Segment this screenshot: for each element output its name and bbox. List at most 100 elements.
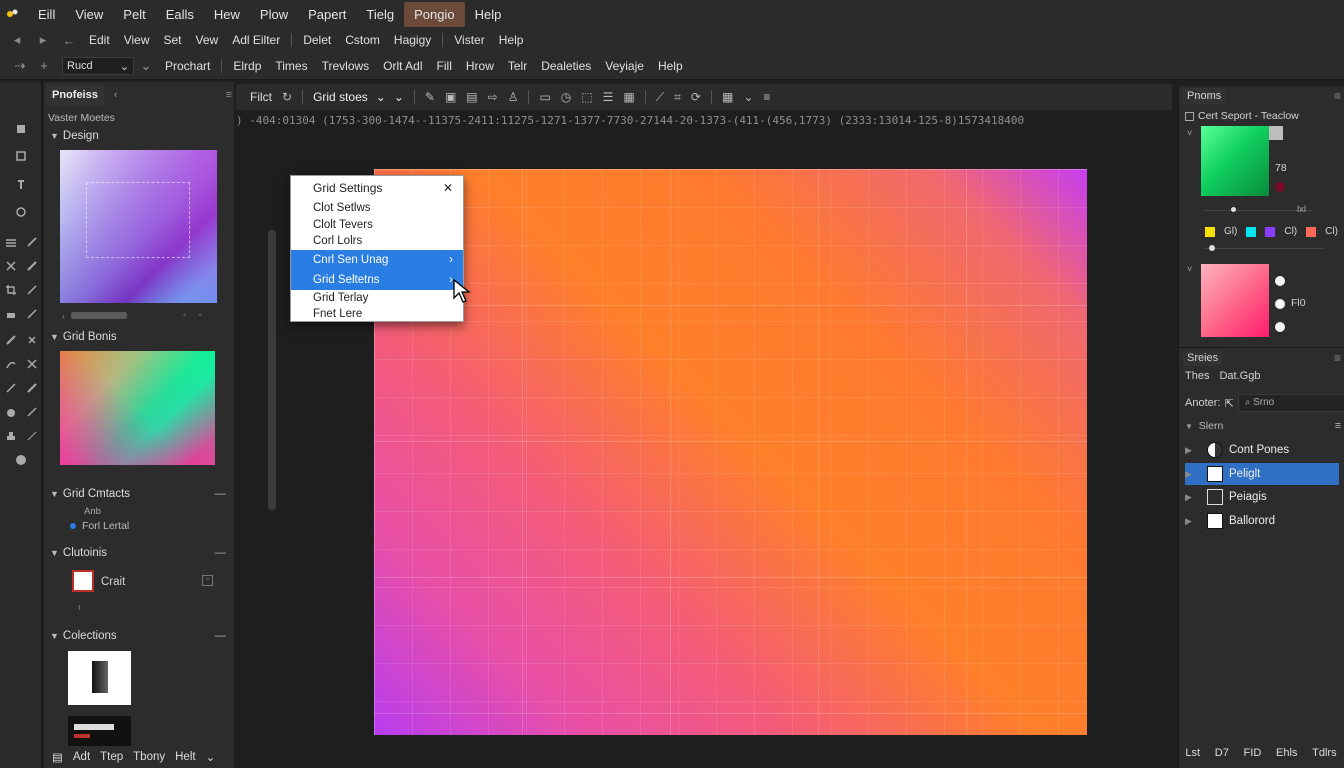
paint-bucket-icon[interactable] [15,122,27,134]
opt-orlt-adl[interactable]: Orlt Adl [376,57,429,75]
move-icon[interactable]: ⇢ [8,58,32,74]
design-slider[interactable]: ‹ ◦ ◦ [62,310,222,321]
layer-search-input[interactable]: ⌕ Srno [1237,394,1344,412]
layers-icon[interactable]: ▤ [466,90,477,104]
eraser-icon[interactable] [5,308,17,320]
layer-item[interactable]: ▶ Peiagis [1185,486,1339,508]
bottom-lst[interactable]: Lst [1185,747,1200,759]
dropper-icon[interactable] [26,308,38,320]
stamp-icon[interactable] [15,150,27,162]
menu2-filter[interactable]: Adl Eilter [225,31,287,49]
section-grid-contacts-header[interactable]: ▼ Grid Cmtacts — [50,488,226,500]
menu2-hagigy[interactable]: Hagigy [387,31,438,49]
drop-icon[interactable] [5,406,17,418]
grid-contacts-row[interactable]: Forl Lertal [70,520,129,532]
slider-track[interactable] [1203,248,1323,249]
opt-elrdp[interactable]: Elrdp [226,57,268,75]
opt-fill[interactable]: Fill [430,57,459,75]
opt-veyiaje[interactable]: Veyiaje [598,57,651,75]
sponge-icon[interactable] [5,382,17,394]
bottom-help[interactable]: Helt [175,751,195,763]
menu2-custom[interactable]: Cstom [338,31,387,49]
collapse-icon[interactable]: — [215,630,227,642]
tab-thes[interactable]: Thes [1185,370,1209,382]
rotate-icon[interactable]: ⟳ [691,90,701,104]
section-collections-header[interactable]: ▼ Colections — [50,630,226,642]
menu2-delet[interactable]: Delet [296,31,338,49]
left-arrow-icon[interactable]: ← [56,33,82,48]
opt-telr[interactable]: Telr [501,57,534,75]
back-arrow-icon[interactable]: ◂ [4,32,30,48]
section-design-header[interactable]: ▼ Design [50,130,226,142]
chevron-left-icon[interactable]: ‹ [114,89,118,101]
menu2-vister[interactable]: Vister [447,31,491,49]
refresh-icon[interactable]: ↻ [282,90,292,104]
bottom-step[interactable]: Ttep [100,751,123,763]
bottom-add[interactable]: Adt [73,751,90,763]
opt-help[interactable]: Help [651,57,690,75]
heal-icon[interactable] [26,334,38,346]
grid-mode-select[interactable]: Grid stoes ⌄ ⌄ [313,90,404,104]
type-icon[interactable] [15,178,27,190]
menu-item-grid-seltetns[interactable]: Grid Seltetns › [291,269,463,290]
collapse-icon[interactable]: — [215,547,227,559]
color-picker-pink[interactable] [1201,264,1269,337]
menu-item-ealls[interactable]: Ealls [156,2,204,27]
scissors-icon[interactable] [5,260,17,272]
lock-icon[interactable]: ▫ [202,575,213,586]
chevron-down-icon[interactable]: ⌄ [206,750,216,764]
slider-thumb[interactable] [1231,207,1236,212]
brush-icon[interactable] [26,260,38,272]
panel-menu-icon[interactable]: ≡ [1334,351,1341,365]
grid-icon[interactable]: ▦ [722,90,733,104]
menu-item-view[interactable]: View [65,2,113,27]
menu-item-help[interactable]: Help [465,2,512,27]
layer-item[interactable]: ▶ Cont Pones [1185,439,1339,461]
layer-group-header[interactable]: ▼ Slern ≡ [1185,420,1341,432]
chevron-down-icon[interactable]: ⌄ [743,90,753,104]
forward-arrow-icon[interactable]: ▸ [30,32,56,48]
close-icon[interactable]: ✕ [443,181,453,195]
color-picker-green[interactable] [1201,126,1269,196]
pencil-icon[interactable] [26,284,38,296]
chevron-down-icon[interactable]: ⌄ [134,58,158,74]
collection-thumbnail[interactable] [68,716,131,746]
clock-icon[interactable]: ◷ [561,90,571,104]
tab-properties[interactable]: Pnofeiss [46,85,104,105]
plus-icon[interactable]: + [32,58,56,73]
menu2-vew[interactable]: Vew [189,31,226,49]
line-icon[interactable] [26,406,38,418]
layer-item-selected[interactable]: ▶ Peliglt [1185,463,1339,485]
menu-item-grid-terlay[interactable]: Grid Terlay [291,290,463,307]
table-icon[interactable]: ▦ [623,90,634,104]
trash-icon[interactable]: ▤ [52,750,63,764]
menu2-help[interactable]: Help [492,31,531,49]
dot-icon[interactable] [1275,322,1285,332]
menu-item-plow[interactable]: Plow [250,2,298,27]
opt-dealeties[interactable]: Dealeties [534,57,598,75]
dot-icon[interactable] [1275,299,1285,309]
menu-item-papert[interactable]: Papert [298,2,356,27]
menu-item-pelt[interactable]: Pelt [113,2,155,27]
menu-item-fnet-lere[interactable]: Fnet Lere [291,306,463,323]
wand-icon[interactable]: ⟋ [656,90,664,105]
collapse-icon[interactable]: — [215,488,227,500]
list-icon[interactable]: ☰ [603,90,614,104]
section-grid-bonis-header[interactable]: ▼ Grid Bonis [50,331,226,343]
zoom-icon[interactable] [15,454,27,466]
square-icon[interactable]: ▣ [445,90,456,104]
bottom-tdlrs[interactable]: Tdlrs [1312,747,1336,759]
opt-trevlows[interactable]: Trevlows [315,57,377,75]
section-clutoinis-header[interactable]: ▼ Clutoinis — [50,547,226,559]
menu-item-hew[interactable]: Hew [204,2,250,27]
bottom-fid[interactable]: FID [1244,747,1262,759]
layer-item[interactable]: ▶ Ballorord [1185,510,1339,532]
color-picker-grid[interactable] [60,351,215,465]
swatch-cyan[interactable] [1246,226,1257,237]
chevron-down-icon[interactable]: ˅ [1187,128,1192,138]
swatch-yellow[interactable] [1205,226,1215,237]
cross-icon[interactable] [26,358,38,370]
opt-times[interactable]: Times [268,57,314,75]
lasso-icon[interactable] [15,206,27,218]
fleet-button[interactable]: Filct [250,90,272,104]
